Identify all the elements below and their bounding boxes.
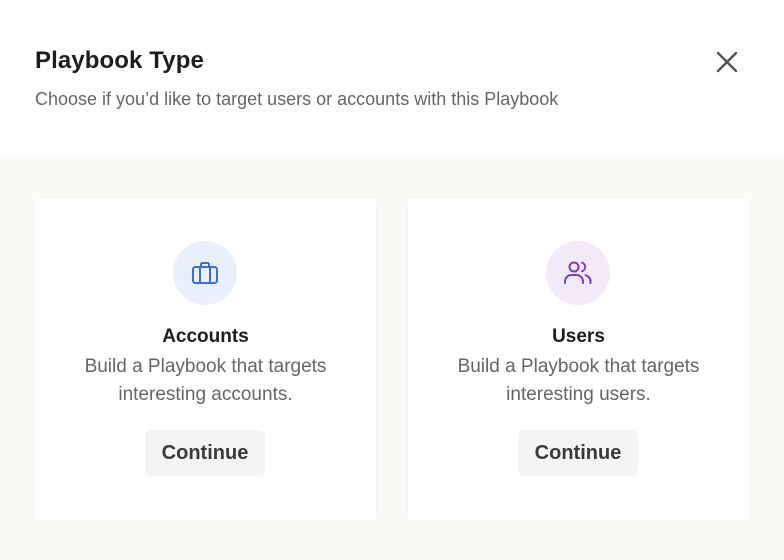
playbook-type-dialog: Playbook Type Choose if you’d like to ta…	[0, 0, 784, 560]
dialog-header: Playbook Type Choose if you’d like to ta…	[0, 0, 784, 156]
users-continue-button[interactable]: Continue	[518, 430, 638, 476]
close-icon	[716, 51, 738, 73]
accounts-description: Build a Playbook that targets interestin…	[84, 356, 327, 405]
accounts-icon-circle	[173, 241, 237, 305]
accounts-option-card: Accounts Build a Playbook that targets i…	[35, 198, 376, 520]
dialog-subtitle: Choose if you’d like to target users or …	[35, 89, 559, 109]
accounts-title: Accounts	[162, 326, 249, 347]
users-description: Build a Playbook that targets interestin…	[457, 356, 700, 405]
users-icon	[564, 261, 592, 284]
accounts-continue-button[interactable]: Continue	[145, 430, 265, 476]
users-option-card: Users Build a Playbook that targets inte…	[408, 198, 749, 520]
options-panel: Accounts Build a Playbook that targets i…	[0, 156, 784, 560]
briefcase-icon	[192, 262, 218, 284]
close-button[interactable]	[710, 45, 744, 79]
users-title: Users	[552, 326, 605, 347]
dialog-title: Playbook Type	[35, 47, 204, 74]
users-icon-circle	[546, 241, 610, 305]
